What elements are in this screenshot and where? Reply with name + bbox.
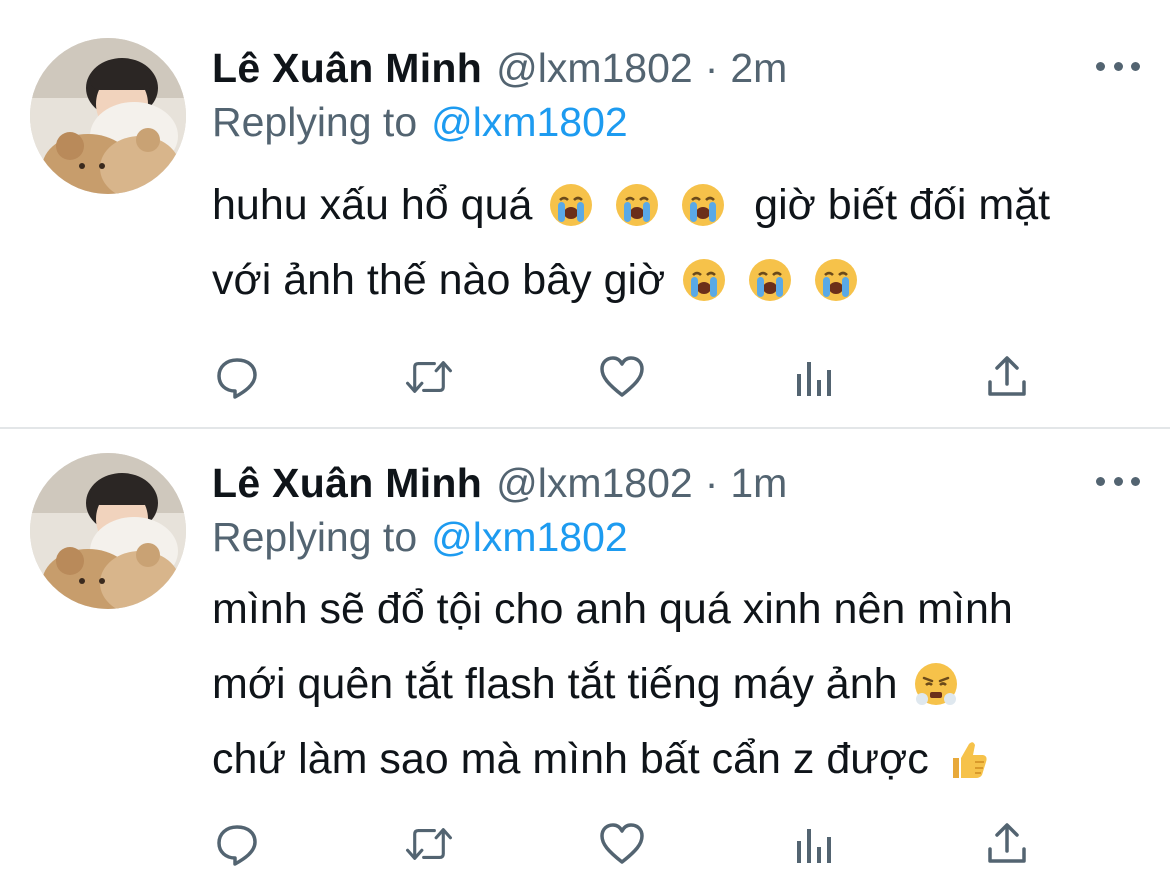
separator-dot: · xyxy=(704,460,719,506)
tweet[interactable]: Lê Xuân Minh @lxm1802 · 2m Replying to @l… xyxy=(0,0,1170,429)
tweet-text-line: mình sẽ đổ tội cho anh quá xinh nên mình xyxy=(212,572,1132,647)
tweet-text-segment: mình sẽ đổ tội cho anh quá xinh nên mình xyxy=(212,585,1013,633)
replying-to-label: Replying to xyxy=(212,514,418,560)
face-with-steam-from-nose-icon xyxy=(915,663,958,705)
tweet-header: Lê Xuân Minh @lxm1802 · 2m xyxy=(212,43,787,93)
analytics-icon[interactable] xyxy=(790,352,840,402)
tweet-text: mình sẽ đổ tội cho anh quá xinh nên mình… xyxy=(212,572,1132,797)
like-icon[interactable] xyxy=(597,352,647,402)
more-options-icon[interactable] xyxy=(1096,471,1140,491)
tweet-actions xyxy=(212,819,1042,869)
tweet-text-line: huhu xấu hổ quá giờ biết đối mặt xyxy=(212,168,1132,243)
like-icon[interactable] xyxy=(597,819,647,869)
tweet-actions xyxy=(212,352,1042,402)
tweet-text-segment: giờ biết đối mặt xyxy=(754,181,1051,229)
tweet-text-line: mới quên tắt flash tắt tiếng máy ảnh xyxy=(212,647,1132,722)
reply-icon[interactable] xyxy=(212,819,262,869)
tweet-text-line: chứ làm sao mà mình bất cẩn z được xyxy=(212,722,1132,797)
author-name[interactable]: Lê Xuân Minh xyxy=(212,458,482,508)
replying-to: Replying to @lxm1802 xyxy=(212,97,628,147)
loudly-crying-face-icon xyxy=(550,184,593,226)
separator-dot: · xyxy=(704,45,719,91)
reply-icon[interactable] xyxy=(212,352,262,402)
tweet-text-segment: huhu xấu hổ quá xyxy=(212,181,533,229)
retweet-icon[interactable] xyxy=(404,352,454,402)
tweet-text-segment: mới quên tắt flash tắt tiếng máy ảnh xyxy=(212,660,898,708)
tweet-header: Lê Xuân Minh @lxm1802 · 1m xyxy=(212,458,787,508)
retweet-icon[interactable] xyxy=(404,819,454,869)
replying-to-handle[interactable]: @lxm1802 xyxy=(431,514,628,560)
tweet-text: huhu xấu hổ quá giờ biết đối mặt với ảnh… xyxy=(212,168,1132,318)
share-icon[interactable] xyxy=(982,352,1032,402)
tweet-text-segment: với ảnh thế nào bây giờ xyxy=(212,256,666,304)
avatar[interactable] xyxy=(30,38,186,194)
timestamp[interactable]: 1m xyxy=(730,458,787,508)
timestamp[interactable]: 2m xyxy=(730,43,787,93)
thumbs-up-icon xyxy=(952,742,987,778)
loudly-crying-face-icon xyxy=(815,259,858,301)
tweet-text-segment: chứ làm sao mà mình bất cẩn z được xyxy=(212,735,929,783)
author-handle[interactable]: @lxm1802 xyxy=(496,458,693,508)
loudly-crying-face-icon xyxy=(749,259,792,301)
avatar[interactable] xyxy=(30,453,186,609)
tweet-text-line: với ảnh thế nào bây giờ xyxy=(212,243,1132,318)
replying-to-handle[interactable]: @lxm1802 xyxy=(431,99,628,145)
tweet[interactable]: Lê Xuân Minh @lxm1802 · 1m Replying to @l… xyxy=(0,428,1170,890)
author-handle[interactable]: @lxm1802 xyxy=(496,43,693,93)
replying-to: Replying to @lxm1802 xyxy=(212,512,628,562)
more-options-icon[interactable] xyxy=(1096,56,1140,76)
share-icon[interactable] xyxy=(982,819,1032,869)
author-name[interactable]: Lê Xuân Minh xyxy=(212,43,482,93)
loudly-crying-face-icon xyxy=(616,184,659,226)
analytics-icon[interactable] xyxy=(790,819,840,869)
loudly-crying-face-icon xyxy=(682,184,725,226)
loudly-crying-face-icon xyxy=(683,259,726,301)
replying-to-label: Replying to xyxy=(212,99,418,145)
